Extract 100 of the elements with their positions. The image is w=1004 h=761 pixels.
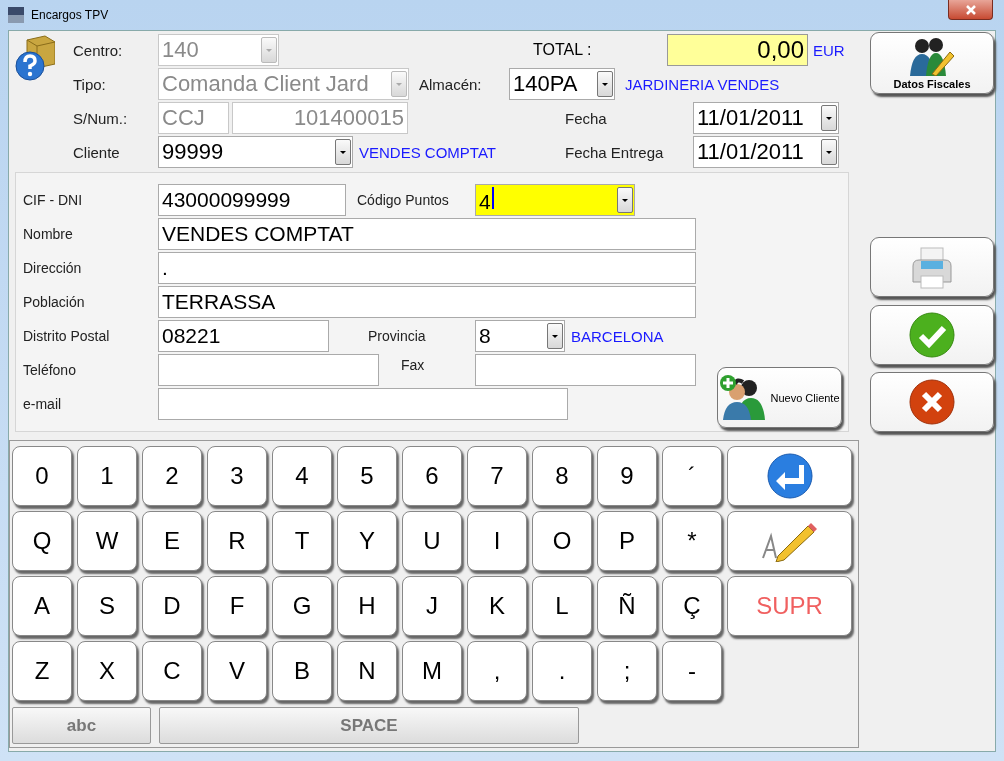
field-label: Distrito Postal [23,328,111,344]
cliente-name: VENDES COMPTAT [359,143,497,161]
keyboard-key[interactable]: * [662,511,722,571]
caret-icon [339,149,347,155]
keyboard-key[interactable]: , [467,641,527,701]
caret-icon [825,115,833,121]
keyboard-key[interactable]: I [467,511,527,571]
keyboard-key[interactable]: K [467,576,527,636]
field-label: Nombre [23,226,74,242]
field-label: Centro: [73,41,124,59]
people-pencil-icon [910,36,954,76]
cancel-button[interactable] [870,372,994,432]
keyboard-key[interactable]: 6 [402,446,462,506]
keyboard-key[interactable]: 4 [272,446,332,506]
keyboard-key[interactable]: D [142,576,202,636]
text-field[interactable] [475,354,696,386]
keyboard-key[interactable]: ´ [662,446,722,506]
keyboard-key[interactable]: U [402,511,462,571]
caret-icon [825,149,833,155]
keyboard-key[interactable]: N [337,641,397,701]
keyboard-key[interactable]: S [77,576,137,636]
close-button[interactable] [948,0,993,20]
keyboard-key[interactable]: 9 [597,446,657,506]
keyboard-key[interactable]: ; [597,641,657,701]
edit-key[interactable] [727,511,852,571]
keyboard-key[interactable]: - [662,641,722,701]
keyboard-key[interactable]: Ñ [597,576,657,636]
field-label: Cliente [73,143,121,161]
text-field[interactable]: TERRASSA [158,286,696,318]
field-label: Código Puntos [357,192,450,208]
print-button[interactable] [870,237,994,297]
keyboard-key[interactable]: P [597,511,657,571]
abc-mode-button[interactable]: abc [12,707,151,744]
total-field: 0,00 [667,34,808,66]
text-field[interactable]: VENDES COMPTAT [158,218,696,250]
checkmark-icon [909,312,955,358]
keyboard-key[interactable]: 7 [467,446,527,506]
text-field[interactable] [158,388,568,420]
field-label: Fax [401,357,426,373]
field-label: Fecha [565,109,608,127]
currency-label: EUR [813,41,845,59]
keyboard-key[interactable]: V [207,641,267,701]
accept-button[interactable] [870,305,994,365]
dropdown-arrow-button[interactable] [547,323,563,349]
keyboard-key[interactable]: R [207,511,267,571]
dropdown-arrow-button[interactable] [597,71,613,97]
text-field[interactable] [158,354,379,386]
keyboard-key[interactable]: W [77,511,137,571]
keyboard-key[interactable]: G [272,576,332,636]
keyboard-key[interactable]: L [532,576,592,636]
keyboard-key[interactable]: Z [12,641,72,701]
nuevo-cliente-button[interactable]: Nuevo Cliente [717,367,842,428]
space-key[interactable]: SPACE [159,707,579,744]
caret-icon [551,333,559,339]
keyboard-key[interactable]: 2 [142,446,202,506]
keyboard-key[interactable]: A [12,576,72,636]
keyboard-key[interactable]: X [77,641,137,701]
text-field[interactable]: 08221 [158,320,329,352]
keyboard-key[interactable]: C [142,641,202,701]
provincia-dropdown[interactable]: 8 [475,320,565,352]
keyboard-key[interactable]: 0 [12,446,72,506]
printer-icon [909,244,955,290]
almacen-dropdown[interactable]: 140PA [509,68,615,100]
keyboard-key[interactable]: H [337,576,397,636]
text-field[interactable]: 43000099999 [158,184,346,216]
help-box-icon [15,34,55,82]
datos-fiscales-button[interactable]: Datos Fiscales [870,32,994,94]
enter-key[interactable] [727,446,852,506]
keyboard-key[interactable]: 5 [337,446,397,506]
keyboard-key[interactable]: 8 [532,446,592,506]
codigo-puntos-dropdown[interactable]: 4 [475,184,635,216]
keyboard-key[interactable]: . [532,641,592,701]
keyboard-key[interactable]: Y [337,511,397,571]
keyboard-key[interactable]: Ç [662,576,722,636]
keyboard-key[interactable]: F [207,576,267,636]
close-icon [964,4,977,15]
keyboard-key[interactable]: M [402,641,462,701]
text-field[interactable]: . [158,252,696,284]
cliente-dropdown[interactable]: 99999 [158,136,353,168]
dropdown-arrow-button[interactable] [335,139,351,165]
keyboard-key[interactable]: O [532,511,592,571]
keyboard-key[interactable]: B [272,641,332,701]
close-icon [909,379,955,425]
keyboard-key[interactable]: 3 [207,446,267,506]
dropdown-arrow-button[interactable] [821,105,837,131]
field-label: Provincia [368,328,427,344]
pencil-icon [759,520,820,562]
field-label: Tipo: [73,75,107,93]
keyboard-key[interactable]: 1 [77,446,137,506]
dropdown-arrow-button[interactable] [821,139,837,165]
date-dropdown[interactable]: 11/01/2011 [693,136,839,168]
dropdown-arrow-button[interactable] [617,187,633,213]
keyboard-key[interactable]: Q [12,511,72,571]
keyboard-key[interactable]: T [272,511,332,571]
keyboard-key[interactable]: E [142,511,202,571]
keyboard-key[interactable]: J [402,576,462,636]
date-dropdown[interactable]: 11/01/2011 [693,102,839,134]
field-label: CIF - DNI [23,192,84,208]
window-title: Encargos TPV [31,8,109,22]
field-label: e-mail [23,396,63,412]
